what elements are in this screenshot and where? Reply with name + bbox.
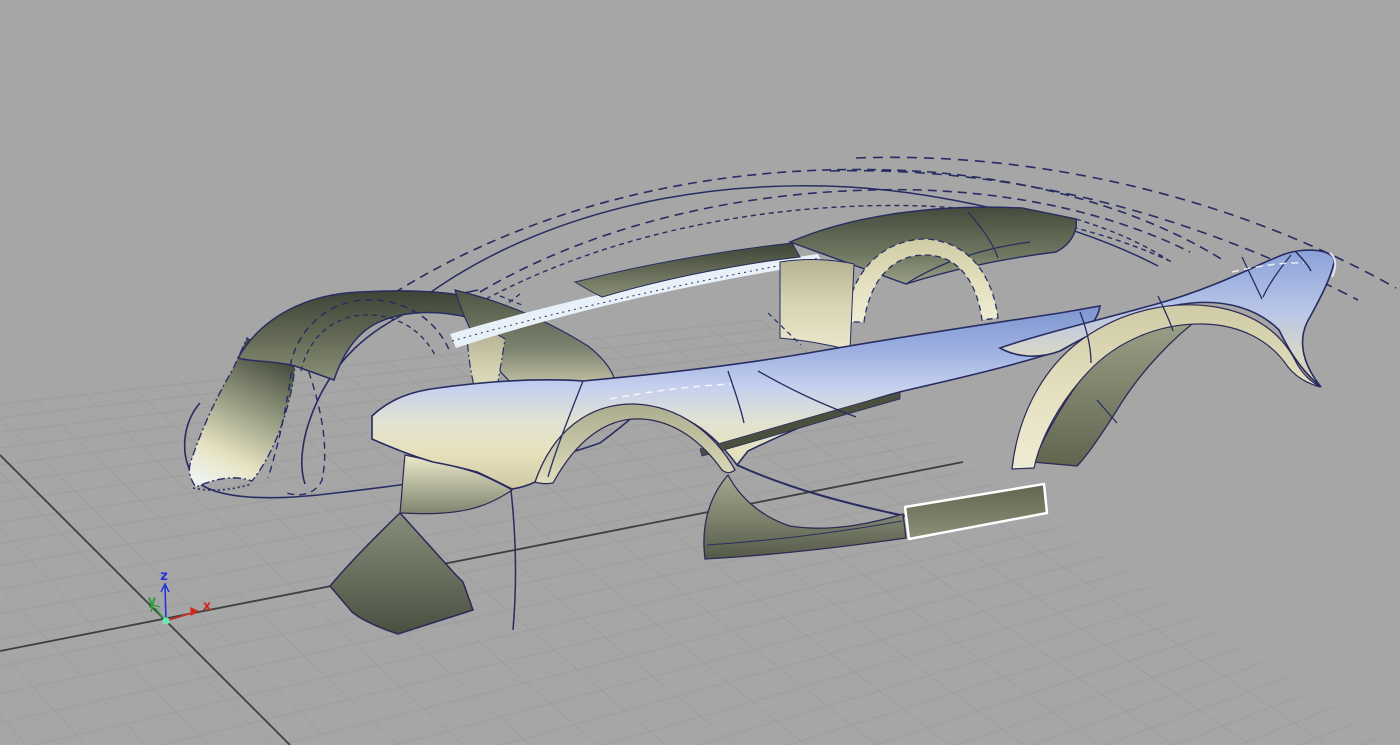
viewport-canvas[interactable]: z x y xyxy=(0,0,1400,745)
gizmo-z-axis xyxy=(164,585,167,622)
gizmo-x-label: x xyxy=(203,599,212,614)
gizmo-y-label: y xyxy=(148,594,157,609)
gizmo-origin-dot xyxy=(162,617,170,625)
gizmo-z-label: z xyxy=(160,569,168,584)
viewport[interactable]: z x y xyxy=(0,0,1400,745)
far-bpillar-surface[interactable] xyxy=(779,259,855,351)
